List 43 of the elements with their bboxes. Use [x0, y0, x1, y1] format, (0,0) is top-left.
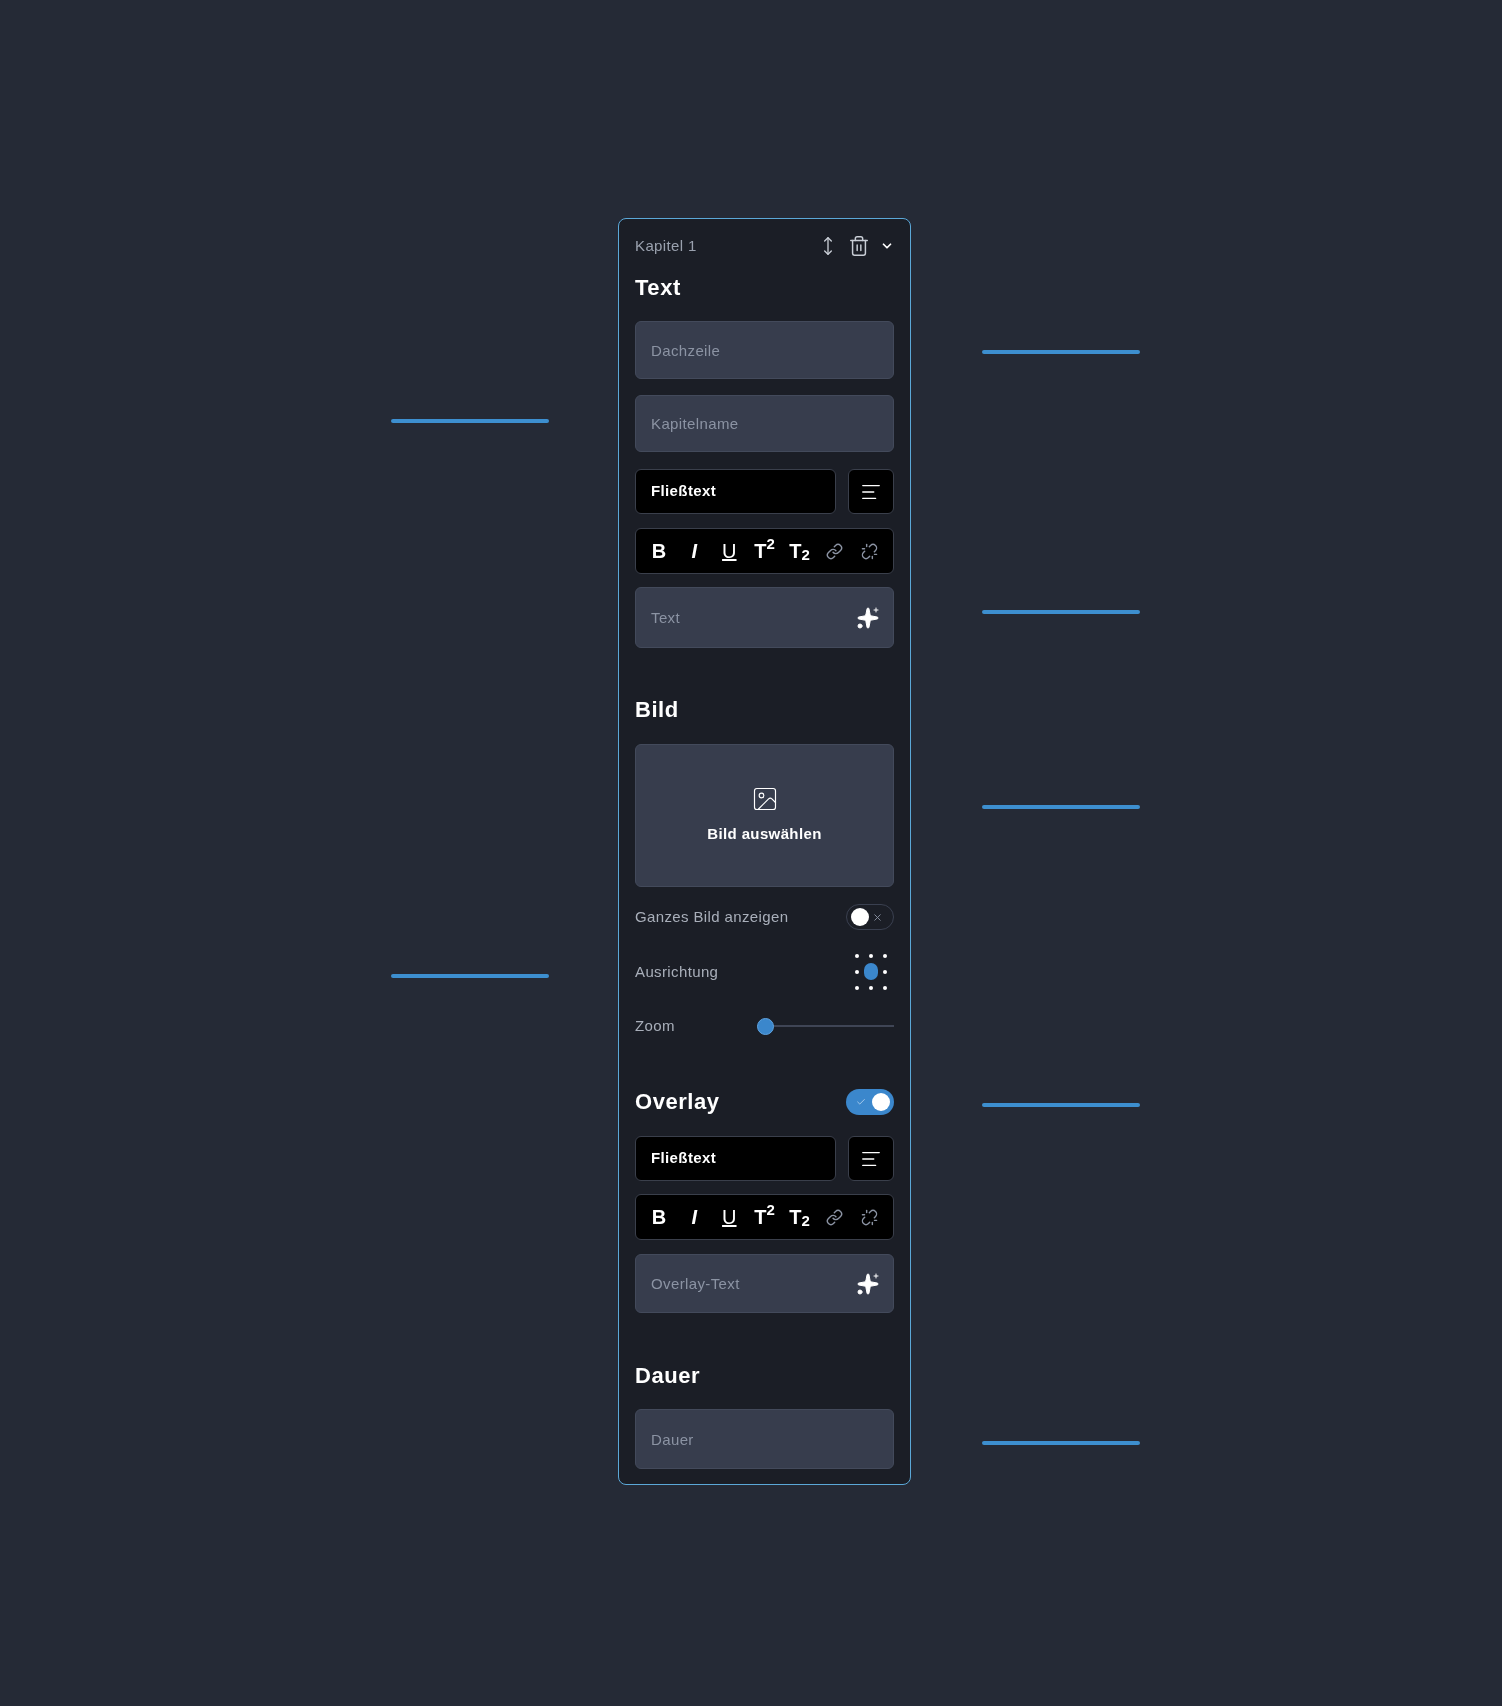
bold-button[interactable]: B	[644, 1202, 674, 1232]
sparkle-icon[interactable]	[856, 605, 880, 630]
underline-button[interactable]: U	[714, 1202, 745, 1232]
toggle-switch[interactable]	[846, 1089, 894, 1115]
slider-thumb[interactable]	[757, 1017, 774, 1035]
sparkle-icon[interactable]	[856, 1271, 880, 1296]
option-label: Zoom	[635, 1017, 675, 1034]
subscript-button[interactable]: T$_{2}$	[784, 1202, 815, 1232]
link-icon	[826, 1208, 844, 1226]
chapter-title: Kapitel 1	[635, 235, 698, 256]
toggle-knob	[851, 908, 869, 926]
option-label: Ganzes Bild anzeigen	[635, 906, 789, 927]
image-picker[interactable]: Bild auswählen	[635, 744, 894, 887]
link-icon	[826, 542, 844, 560]
text-area[interactable]: Overlay-Text	[635, 1254, 894, 1313]
superscript-button[interactable]: T$^{2}$	[749, 536, 780, 566]
style-select[interactable]: Fließtext	[635, 1136, 836, 1181]
check-icon	[856, 1097, 866, 1107]
bold-button[interactable]: B	[644, 536, 674, 566]
delete-icon[interactable]	[848, 235, 870, 257]
duration-field[interactable]: Dauer	[635, 1409, 894, 1469]
section-heading: Overlay	[635, 1090, 720, 1114]
subscript-button[interactable]: T$_{2}$	[784, 536, 815, 566]
italic-button[interactable]: I	[679, 536, 710, 566]
italic-button[interactable]: I	[679, 1202, 710, 1232]
toggle-switch[interactable]	[846, 904, 894, 930]
section-heading: Dauer	[635, 1364, 702, 1388]
section-heading: Bild	[635, 698, 680, 722]
text-field[interactable]: Kapitelname	[635, 395, 894, 452]
superscript-button[interactable]: T$^{2}$	[749, 1202, 780, 1232]
toggle-knob	[872, 1093, 890, 1111]
align-button[interactable]	[848, 1136, 894, 1181]
option-label: Ausrichtung	[635, 961, 719, 982]
close-icon	[872, 911, 883, 923]
text-area[interactable]: Text	[635, 587, 894, 648]
section-heading: Text	[635, 276, 682, 300]
underline-button[interactable]: U	[714, 536, 745, 566]
zoom-slider[interactable]	[757, 1017, 894, 1035]
align-button[interactable]	[848, 469, 894, 514]
style-select[interactable]: Fließtext	[635, 469, 836, 514]
unlink-icon	[861, 542, 879, 560]
unlink-icon	[861, 1208, 879, 1226]
text-field[interactable]: Dachzeile	[635, 321, 894, 379]
